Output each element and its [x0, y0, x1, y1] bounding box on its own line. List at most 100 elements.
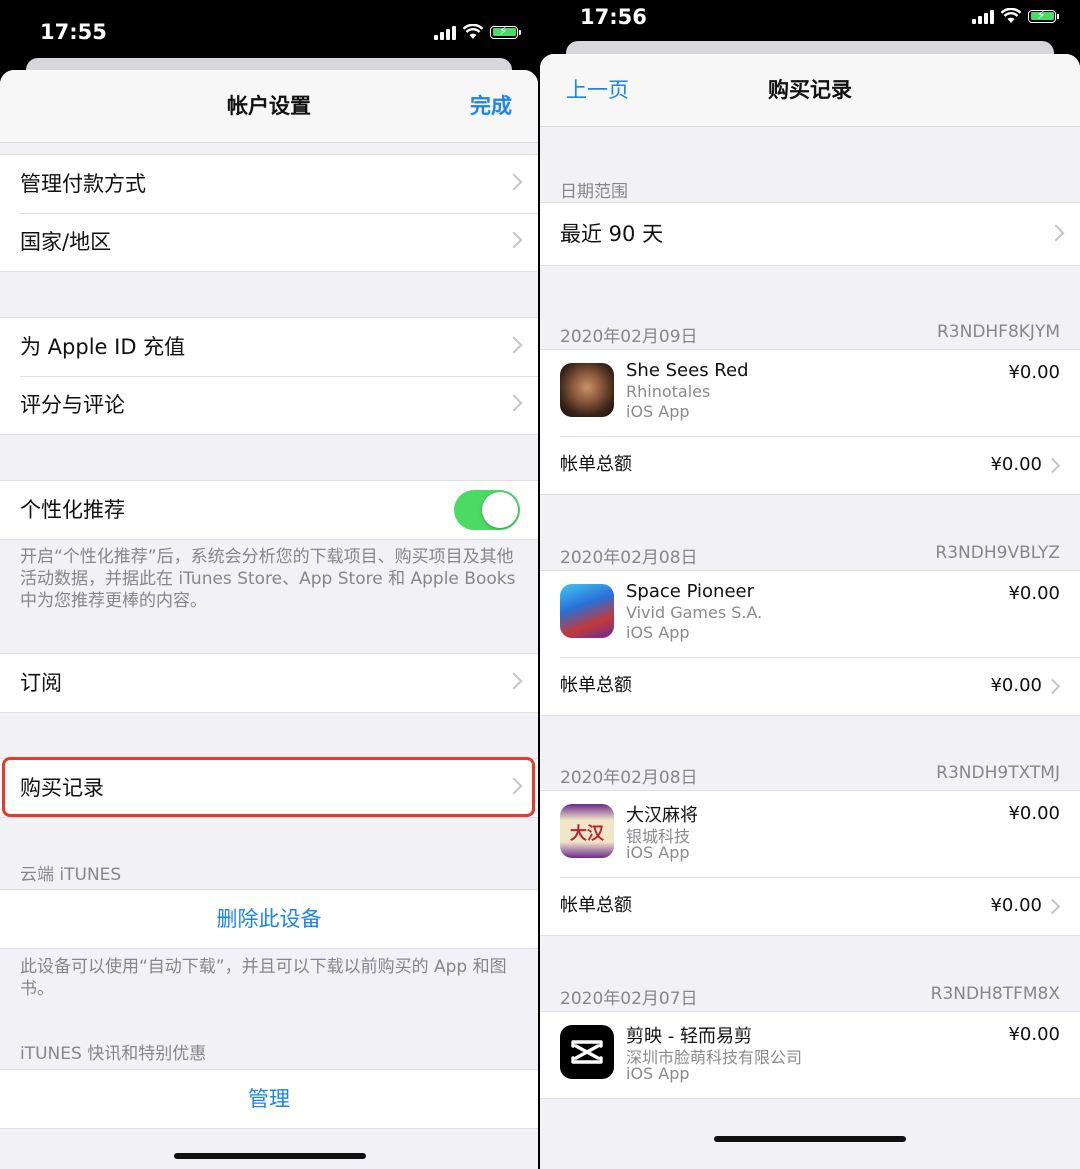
done-button[interactable]: 完成 [470, 70, 512, 142]
remove-device-button[interactable]: 删除此设备 [0, 890, 538, 948]
chevron-right-icon [505, 231, 523, 249]
page-title: 购买记录 [768, 78, 852, 102]
purchase-history-screen: 17:56 ⚡ 上一页 购买记录 日期范围 最近 90 天 2020年02月09… [540, 0, 1080, 1169]
item-kind: iOS App [626, 1064, 690, 1083]
purchase-item[interactable]: 大汉 大汉麻将 银城科技 iOS App ¥0.00 [540, 791, 1080, 877]
home-indicator [714, 1136, 906, 1142]
bill-total-label: 帐单总额 [560, 675, 632, 696]
she-sees-red-app-icon [560, 363, 614, 417]
purchase-sheet: 上一页 购买记录 日期范围 最近 90 天 2020年02月09日 R3NDHF8… [540, 54, 1080, 1169]
subscriptions-row[interactable]: 订阅 [0, 654, 538, 712]
chevron-right-icon [505, 336, 523, 354]
order-id: R3NDH8TFM8X [930, 984, 1060, 1004]
app-icon-text: 大汉 [570, 823, 604, 844]
status-bar: 17:55 ⚡ [0, 0, 538, 60]
toggle-knob [482, 492, 518, 528]
order-card: 大汉 大汉麻将 银城科技 iOS App ¥0.00 帐单总额 ¥0.00 [540, 790, 1080, 936]
order-card: Space Pioneer Vivid Games S.A. iOS App ¥… [540, 570, 1080, 716]
capcut-app-icon [560, 1025, 614, 1079]
row-label: 管理付款方式 [20, 172, 146, 196]
manage-row[interactable]: 管理 [0, 1070, 538, 1128]
highlight-box [2, 757, 535, 817]
device-footnote: 此设备可以使用“自动下载”，并且可以下载以前购买的 App 和图书。 [20, 957, 507, 999]
remove-device-row[interactable]: 删除此设备 [0, 890, 538, 948]
apple-id-group: 为 Apple ID 充值 评分与评论 [0, 317, 538, 435]
date-range-group: 最近 90 天 [540, 202, 1080, 266]
page-title: 帐户设置 [227, 94, 311, 118]
item-kind: iOS App [626, 623, 690, 642]
order-header: 2020年02月09日 R3NDHF8KJYM [540, 322, 1080, 352]
add-funds-row[interactable]: 为 Apple ID 充值 [0, 318, 538, 376]
date-range-header: 日期范围 [560, 182, 628, 202]
order-id: R3NDH9VBLYZ [935, 543, 1060, 563]
home-indicator [174, 1153, 366, 1159]
status-time: 17:56 [580, 5, 647, 29]
order-date: 2020年02月08日 [560, 768, 698, 788]
wifi-icon [1000, 8, 1022, 23]
settings-sheet: 帐户设置 完成 管理付款方式 国家/地区 为 Apple ID 充值 评分与评论… [0, 70, 538, 1169]
row-label: 个性化推荐 [20, 498, 125, 522]
item-price: ¥0.00 [1008, 362, 1060, 383]
nav-bar: 帐户设置 完成 [0, 70, 538, 143]
order-header: 2020年02月07日 R3NDH8TFM8X [540, 984, 1080, 1014]
manage-group: 管理 [0, 1069, 538, 1129]
order-date: 2020年02月09日 [560, 327, 698, 347]
personalized-toggle[interactable] [454, 490, 520, 530]
bill-total-row[interactable]: 帐单总额 ¥0.00 [540, 436, 1080, 494]
item-kind: iOS App [626, 843, 690, 862]
item-price: ¥0.00 [1008, 583, 1060, 604]
date-range-value: 最近 90 天 [560, 222, 664, 246]
bill-total-label: 帐单总额 [560, 895, 632, 916]
chevron-right-icon [1044, 678, 1061, 695]
order-header: 2020年02月08日 R3NDH9TXTMJ [540, 763, 1080, 793]
date-range-row[interactable]: 最近 90 天 [540, 203, 1080, 265]
order-card: She Sees Red Rhinotales iOS App ¥0.00 帐单… [540, 349, 1080, 495]
dahan-mahjong-app-icon: 大汉 [560, 804, 614, 858]
subscriptions-group: 订阅 [0, 653, 538, 713]
payment-group: 管理付款方式 国家/地区 [0, 154, 538, 272]
bill-total-row[interactable]: 帐单总额 ¥0.00 [540, 657, 1080, 715]
purchase-item[interactable]: 剪映 - 轻而易剪 深圳市脸萌科技有限公司 iOS App ¥0.00 [540, 1012, 1080, 1098]
item-name: She Sees Red [626, 360, 749, 381]
row-label: 国家/地区 [20, 230, 112, 254]
chevron-right-icon [1044, 898, 1061, 915]
chevron-right-icon [505, 394, 523, 412]
chevron-right-icon [505, 672, 523, 690]
bill-total-label: 帐单总额 [560, 454, 632, 475]
bill-total-row[interactable]: 帐单总额 ¥0.00 [540, 877, 1080, 935]
personalized-footnote: 开启“个性化推荐”后，系统会分析您的下载项目、购买项目及其他活动数据，并据此在 … [20, 547, 516, 611]
country-region-row[interactable]: 国家/地区 [0, 213, 538, 271]
bill-total-amount: ¥0.00 [990, 675, 1042, 696]
cloud-itunes-header: 云端 iTUNES [20, 865, 122, 885]
manage-payment-row[interactable]: 管理付款方式 [0, 155, 538, 213]
purchase-item[interactable]: Space Pioneer Vivid Games S.A. iOS App ¥… [540, 571, 1080, 657]
personalized-recommendations-row: 个性化推荐 [0, 481, 538, 539]
cellular-signal-icon [972, 9, 994, 24]
purchase-item[interactable]: She Sees Red Rhinotales iOS App ¥0.00 [540, 350, 1080, 436]
order-date: 2020年02月08日 [560, 548, 698, 568]
item-price: ¥0.00 [1008, 1024, 1060, 1045]
space-pioneer-app-icon [560, 584, 614, 638]
chevron-right-icon [505, 173, 523, 191]
chevron-right-icon [1044, 457, 1061, 474]
order-id: R3NDH9TXTMJ [936, 763, 1060, 783]
ratings-reviews-row[interactable]: 评分与评论 [0, 376, 538, 434]
item-kind: iOS App [626, 402, 690, 421]
nav-bar: 上一页 购买记录 [540, 54, 1080, 127]
cellular-signal-icon [434, 25, 456, 40]
row-label: 订阅 [20, 671, 62, 695]
row-label: 评分与评论 [20, 393, 125, 417]
row-label: 为 Apple ID 充值 [20, 335, 186, 359]
order-card: 剪映 - 轻而易剪 深圳市脸萌科技有限公司 iOS App ¥0.00 [540, 1011, 1080, 1099]
battery-charging-icon: ⚡ [490, 24, 521, 39]
order-date: 2020年02月07日 [560, 989, 698, 1009]
bill-total-amount: ¥0.00 [990, 454, 1042, 475]
bill-total-amount: ¥0.00 [990, 895, 1042, 916]
manage-button[interactable]: 管理 [0, 1070, 538, 1128]
item-price: ¥0.00 [1008, 803, 1060, 824]
item-name: Space Pioneer [626, 581, 755, 602]
capcut-logo-icon [571, 1040, 603, 1064]
chevron-right-icon [1047, 224, 1065, 242]
news-offers-header: iTUNES 快讯和特别优惠 [20, 1044, 207, 1064]
item-developer: Rhinotales [626, 382, 711, 401]
